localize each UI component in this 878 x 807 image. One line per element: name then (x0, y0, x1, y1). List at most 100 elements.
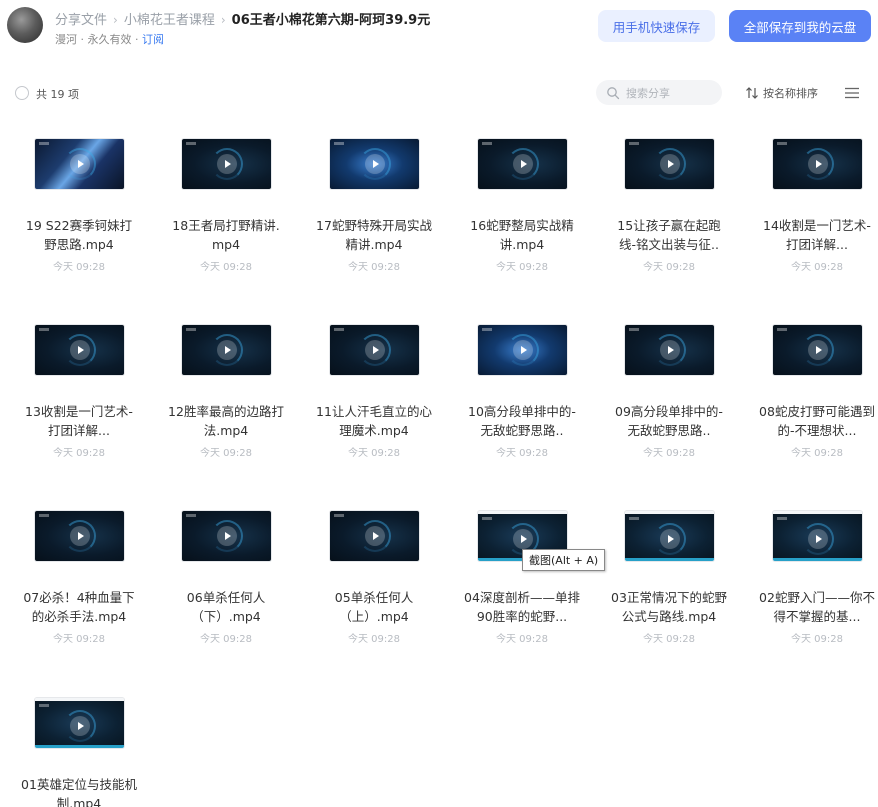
chevron-right-icon: › (220, 13, 226, 27)
watermark-logo (39, 142, 49, 145)
play-icon[interactable] (70, 340, 90, 360)
file-modified-time: 今天 09:28 (791, 262, 843, 273)
watermark-logo (629, 517, 639, 520)
watermark-logo (629, 142, 639, 145)
play-icon[interactable] (365, 340, 385, 360)
file-name[interactable]: 12胜率最高的边路打法.mp4 (167, 402, 285, 440)
file-name[interactable]: 03正常情况下的蛇野公式与路线.mp4 (610, 588, 728, 626)
file-name[interactable]: 04深度剖析——单排90胜率的蛇野... (463, 588, 581, 626)
search-input[interactable]: 搜索分享 (596, 80, 722, 105)
page-title: 06王者小棉花第六期-阿珂39.9元 (231, 13, 431, 28)
sort-by-name-button[interactable]: 按名称排序 (745, 85, 818, 101)
play-icon[interactable] (217, 526, 237, 546)
video-thumbnail[interactable] (182, 511, 271, 561)
file-name[interactable]: 07必杀！4种血量下的必杀手法.mp4 (20, 588, 138, 626)
play-icon[interactable] (70, 716, 90, 736)
video-thumbnail[interactable] (773, 325, 862, 375)
video-thumbnail[interactable] (35, 139, 124, 189)
chevron-right-icon: › (113, 13, 118, 27)
file-name[interactable]: 14收割是一门艺术-打团详解... (758, 216, 876, 254)
video-thumbnail[interactable] (330, 511, 419, 561)
save-via-mobile-button[interactable]: 用手机快速保存 (598, 10, 715, 42)
play-icon[interactable] (513, 340, 533, 360)
play-icon[interactable] (70, 154, 90, 174)
breadcrumb-item-course[interactable]: 小棉花王者课程 (124, 13, 215, 28)
video-thumbnail[interactable] (35, 511, 124, 561)
file-modified-time: 今天 09:28 (53, 262, 105, 273)
subscribe-link[interactable]: 订阅 (142, 33, 164, 46)
play-icon[interactable] (808, 154, 828, 174)
share-meta-text: 漫河 · 永久有效 · (55, 33, 142, 46)
save-all-to-cloud-button[interactable]: 全部保存到我的云盘 (729, 10, 871, 42)
watermark-logo (482, 328, 492, 331)
screenshot-tooltip: 截图(Alt + A) (522, 549, 606, 571)
watermark-logo (186, 514, 196, 517)
file-name[interactable]: 13收割是一门艺术-打团详解... (20, 402, 138, 440)
play-icon[interactable] (660, 529, 680, 549)
watermark-logo (482, 142, 492, 145)
file-name[interactable]: 19 S22赛季钶妹打野思路.mp4 (20, 216, 138, 254)
file-modified-time: 今天 09:28 (348, 634, 400, 645)
video-thumbnail[interactable] (330, 139, 419, 189)
file-modified-time: 今天 09:28 (53, 634, 105, 645)
video-thumbnail[interactable] (35, 325, 124, 375)
file-name[interactable]: 11让人汗毛直立的心理魔术.mp4 (315, 402, 433, 440)
file-modified-time: 今天 09:28 (496, 634, 548, 645)
file-modified-time: 今天 09:28 (200, 634, 252, 645)
file-name[interactable]: 02蛇野入门——你不得不掌握的基... (758, 588, 876, 626)
video-thumbnail[interactable] (478, 139, 567, 189)
video-thumbnail[interactable] (773, 139, 862, 189)
play-icon[interactable] (70, 526, 90, 546)
video-thumbnail[interactable] (625, 325, 714, 375)
file-modified-time: 今天 09:28 (53, 448, 105, 459)
file-name[interactable]: 05单杀任何人（上）.mp4 (315, 588, 433, 626)
file-modified-time: 今天 09:28 (200, 448, 252, 459)
file-name[interactable]: 09高分段单排中的-无敌蛇野思路.. (610, 402, 728, 440)
video-thumbnail[interactable] (625, 511, 714, 561)
search-placeholder: 搜索分享 (626, 86, 670, 100)
play-icon[interactable] (808, 340, 828, 360)
file-name[interactable]: 17蛇野特殊开局实战精讲.mp4 (315, 216, 433, 254)
video-thumbnail[interactable] (330, 325, 419, 375)
video-thumbnail[interactable] (182, 325, 271, 375)
play-icon[interactable] (513, 154, 533, 174)
play-icon[interactable] (660, 340, 680, 360)
file-name[interactable]: 01英雄定位与技能机制.mp4 (20, 775, 138, 807)
play-icon[interactable] (660, 154, 680, 174)
file-modified-time: 今天 09:28 (791, 634, 843, 645)
watermark-logo (482, 517, 492, 520)
file-name[interactable]: 16蛇野整局实战精讲.mp4 (463, 216, 581, 254)
file-name[interactable]: 15让孩子赢在起跑线-铭文出装与征.. (610, 216, 728, 254)
watermark-logo (334, 514, 344, 517)
video-thumbnail[interactable] (35, 698, 124, 748)
file-modified-time: 今天 09:28 (643, 634, 695, 645)
avatar[interactable] (7, 7, 43, 43)
watermark-logo (777, 142, 787, 145)
play-icon[interactable] (365, 526, 385, 546)
video-thumbnail[interactable] (773, 511, 862, 561)
file-name[interactable]: 10高分段单排中的-无敌蛇野思路.. (463, 402, 581, 440)
share-meta: 漫河 · 永久有效 · 订阅 (55, 31, 164, 47)
play-icon[interactable] (513, 529, 533, 549)
play-icon[interactable] (217, 154, 237, 174)
file-modified-time: 今天 09:28 (496, 262, 548, 273)
video-thumbnail[interactable] (182, 139, 271, 189)
watermark-logo (39, 704, 49, 707)
list-view-icon[interactable] (845, 87, 859, 99)
file-modified-time: 今天 09:28 (791, 448, 843, 459)
file-modified-time: 今天 09:28 (496, 448, 548, 459)
play-icon[interactable] (808, 529, 828, 549)
watermark-logo (777, 517, 787, 520)
play-icon[interactable] (365, 154, 385, 174)
watermark-logo (186, 328, 196, 331)
breadcrumb-item-shared-files[interactable]: 分享文件 (55, 13, 107, 28)
search-icon (607, 86, 620, 99)
video-thumbnail[interactable] (478, 325, 567, 375)
play-icon[interactable] (217, 340, 237, 360)
file-name[interactable]: 06单杀任何人（下）.mp4 (167, 588, 285, 626)
file-name[interactable]: 18王者局打野精讲.mp4 (167, 216, 285, 254)
video-thumbnail[interactable] (625, 139, 714, 189)
file-name[interactable]: 08蛇皮打野可能遇到的-不理想状... (758, 402, 876, 440)
watermark-logo (629, 328, 639, 331)
select-all-checkbox[interactable] (15, 86, 29, 100)
